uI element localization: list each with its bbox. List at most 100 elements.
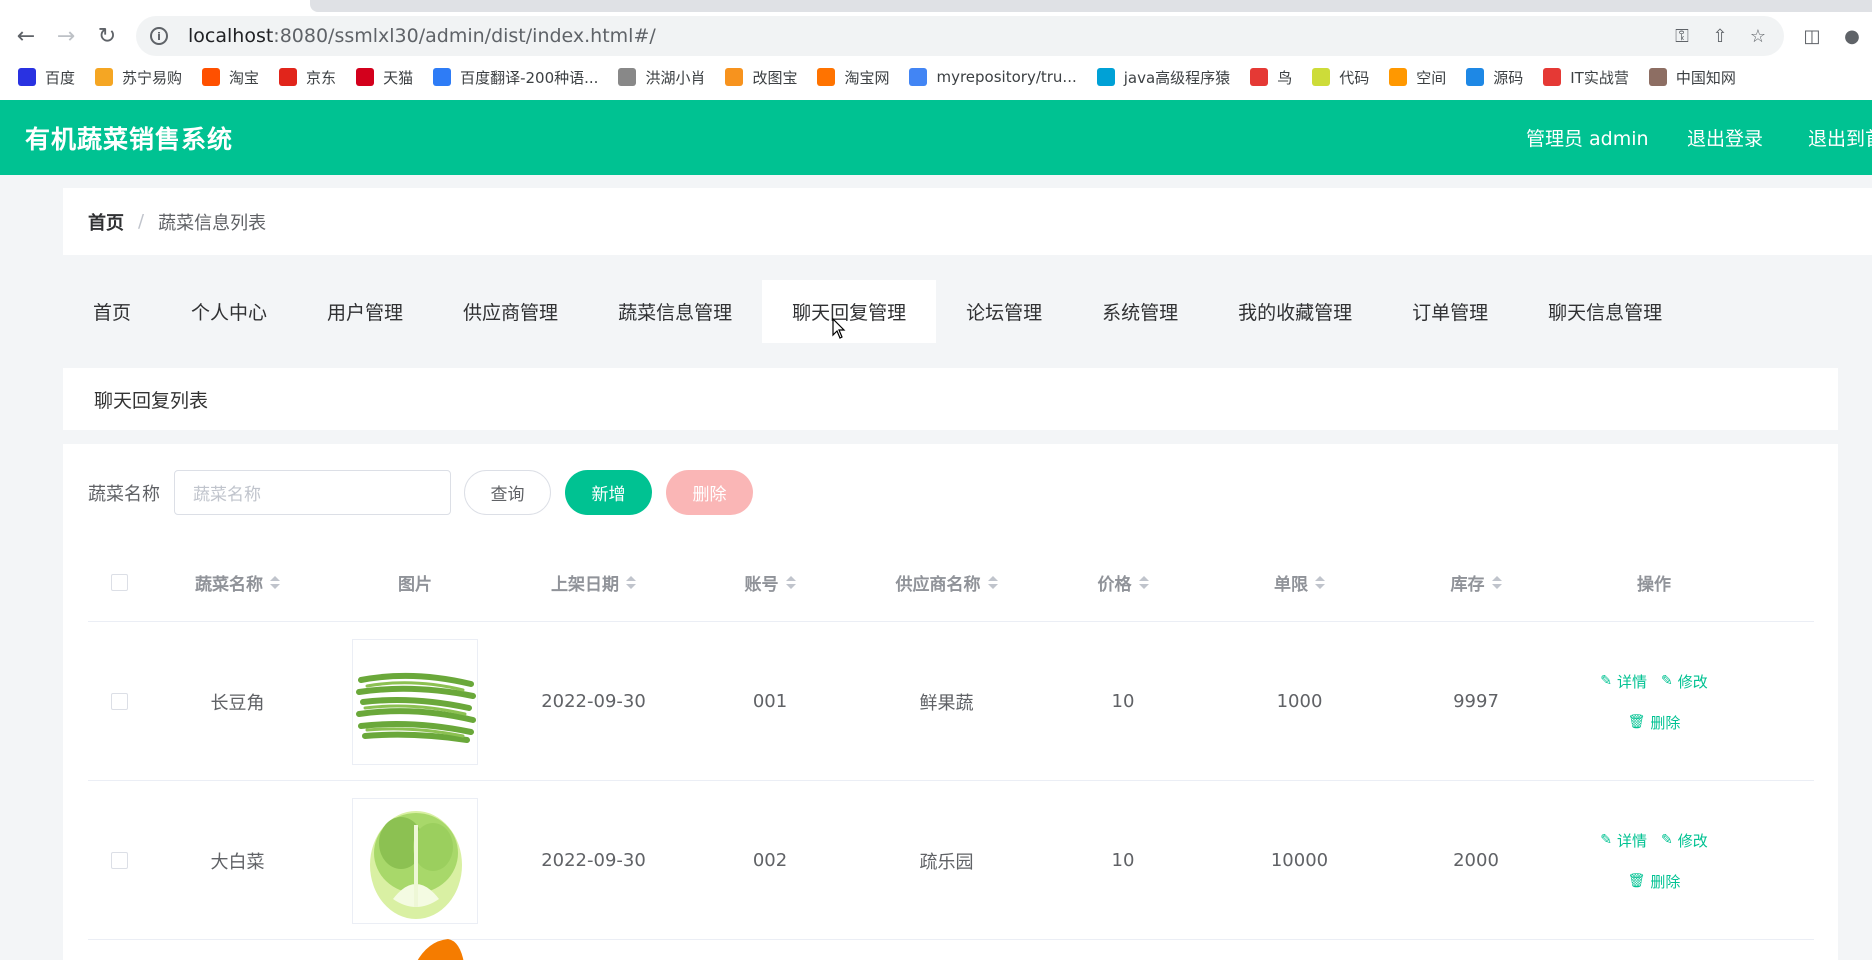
row-checkbox-cell[interactable] (88, 781, 150, 940)
col-stock[interactable]: 库存 (1388, 543, 1564, 622)
share-icon[interactable]: ⇧ (1708, 24, 1732, 48)
menu-item[interactable]: 聊天信息管理 (1518, 280, 1692, 343)
edit-link[interactable]: ✎ 修改 (1661, 671, 1708, 692)
url-text[interactable]: localhost:8080/ssmlxl30/admin/dist/index… (188, 25, 656, 47)
sort-icon[interactable] (785, 576, 796, 589)
side-panel-icon[interactable]: ◫ (1798, 22, 1826, 50)
table-row: 大白菜 2022-09-30 002 疏乐园 10 10000 2000 ✎ 详… (88, 781, 1814, 940)
col-actions: 操作 (1637, 575, 1671, 595)
menu-item[interactable]: 我的收藏管理 (1208, 280, 1382, 343)
bookmark-label: 改图宝 (752, 68, 798, 87)
bookmark-item[interactable]: IT实战营 (1543, 67, 1629, 88)
bookmark-item[interactable]: 京东 (279, 67, 336, 88)
select-all-checkbox-cell[interactable] (88, 543, 150, 622)
select-all-checkbox[interactable] (110, 574, 128, 591)
reload-icon[interactable]: ↻ (93, 22, 121, 50)
bookmark-label: 代码 (1339, 68, 1370, 87)
main-panel: 蔬菜名称 蔬菜名称 查询 新增 删除 蔬菜名称 图片 上架日期 账号 供应商名称… (63, 444, 1838, 960)
bookmark-item[interactable]: 苏宁易购 (95, 67, 182, 88)
menu-item[interactable]: 用户管理 (297, 280, 433, 343)
translate-icon (433, 68, 452, 86)
cabbage-image (352, 797, 478, 924)
col-price[interactable]: 价格 (1035, 543, 1211, 622)
cell-supplier: 疏乐园 (919, 851, 974, 873)
bookmark-label: 苏宁易购 (122, 68, 183, 87)
sort-icon[interactable] (1315, 576, 1325, 589)
site-info-icon[interactable]: i (150, 27, 168, 45)
breadcrumb-home[interactable]: 首页 (88, 209, 124, 235)
tab-strip (310, 0, 1872, 12)
bookmark-item[interactable]: 空间 (1389, 67, 1446, 88)
col-name[interactable]: 蔬菜名称 (150, 543, 325, 622)
row-checkbox[interactable] (110, 852, 128, 869)
edit-link[interactable]: ✎ 修改 (1661, 830, 1708, 851)
space-icon (1389, 68, 1408, 86)
row-checkbox-cell[interactable] (88, 622, 150, 781)
cell-image (325, 622, 505, 781)
add-button[interactable]: 新增 (565, 470, 652, 515)
bookmark-item[interactable]: 淘宝 (202, 67, 259, 88)
sort-icon[interactable] (1138, 576, 1149, 589)
menu-item[interactable]: 首页 (63, 280, 161, 343)
col-date[interactable]: 上架日期 (505, 543, 682, 622)
gaitubao-icon (725, 68, 744, 86)
breadcrumb: 首页 / 蔬菜信息列表 (63, 188, 1872, 255)
bookmark-label: 鸟 (1277, 68, 1293, 87)
bookmark-item[interactable]: 改图宝 (725, 67, 797, 88)
carrot-image (408, 933, 468, 960)
menu-item[interactable]: 聊天回复管理 (762, 280, 937, 343)
bookmark-item[interactable]: 天猫 (356, 67, 413, 88)
sort-icon[interactable] (626, 576, 636, 589)
bookmark-item[interactable]: 代码 (1312, 67, 1369, 88)
delete-button[interactable]: 删除 (666, 470, 753, 515)
bookmark-item[interactable]: 鸟 (1250, 67, 1292, 88)
menu-item[interactable]: 个人中心 (161, 280, 297, 343)
cell-limit: 10000 (1270, 850, 1329, 871)
col-limit[interactable]: 单限 (1211, 543, 1388, 622)
trash-icon: 🗑 (1627, 873, 1646, 889)
cell-stock: 9997 (1453, 691, 1499, 712)
bookmark-item[interactable]: 百度翻译-200种语... (433, 67, 598, 88)
bookmarks-bar: 百度 苏宁易购 淘宝 京东 天猫 百度翻译-200种语... 洪湖小肖 改图宝 淘宝网 myrep… (18, 64, 1756, 90)
trash-icon: 🗑 (1627, 714, 1646, 730)
delete-link[interactable]: 🗑 删除 (1628, 712, 1681, 733)
bookmark-label: 淘宝网 (844, 68, 890, 87)
bookmark-item[interactable]: 百度 (18, 67, 75, 88)
menu-item[interactable]: 供应商管理 (433, 280, 588, 343)
app-header: 有机蔬菜销售系统 管理员 admin 退出登录 退出到首 (0, 100, 1872, 175)
detail-link[interactable]: ✎ 详情 (1600, 671, 1647, 692)
bookmark-item[interactable]: 源码 (1466, 67, 1523, 88)
taobao-net-icon (817, 68, 836, 86)
sort-icon[interactable] (987, 576, 998, 589)
star-icon[interactable]: ☆ (1746, 24, 1770, 48)
query-button[interactable]: 查询 (464, 470, 551, 515)
sort-icon[interactable] (1491, 576, 1502, 589)
delete-link[interactable]: 🗑 删除 (1628, 871, 1681, 892)
row-checkbox[interactable] (110, 693, 128, 710)
col-account[interactable]: 账号 (682, 543, 858, 622)
logout-link[interactable]: 退出登录 (1687, 124, 1763, 151)
forward-icon[interactable]: → (52, 22, 80, 50)
cell-account: 002 (752, 850, 788, 871)
key-icon[interactable]: ⚿ (1670, 24, 1694, 48)
detail-link[interactable]: ✎ 详情 (1600, 830, 1647, 851)
col-supplier[interactable]: 供应商名称 (858, 543, 1035, 622)
bookmark-item[interactable]: 中国知网 (1648, 67, 1736, 88)
bookmark-item[interactable]: 淘宝网 (817, 67, 889, 88)
exit-home-link[interactable]: 退出到首 (1808, 124, 1872, 151)
profile-icon[interactable]: ● (1838, 22, 1866, 50)
menu-item[interactable]: 订单管理 (1382, 280, 1518, 343)
bookmark-item[interactable]: 洪湖小肖 (618, 67, 705, 88)
sort-icon[interactable] (270, 576, 280, 589)
back-icon[interactable]: ← (12, 22, 40, 50)
chrome-icon (909, 68, 928, 86)
bookmark-item[interactable]: java高级程序猿 (1096, 67, 1230, 88)
it-icon (1543, 68, 1562, 86)
docker-icon (1466, 68, 1485, 86)
search-input[interactable]: 蔬菜名称 (174, 470, 451, 515)
menu-item[interactable]: 系统管理 (1072, 280, 1208, 343)
menu-item[interactable]: 蔬菜信息管理 (588, 280, 762, 343)
address-bar[interactable]: i localhost:8080/ssmlxl30/admin/dist/ind… (136, 16, 1784, 56)
bookmark-item[interactable]: myrepository/tru... (909, 68, 1077, 86)
menu-item[interactable]: 论坛管理 (936, 280, 1072, 343)
